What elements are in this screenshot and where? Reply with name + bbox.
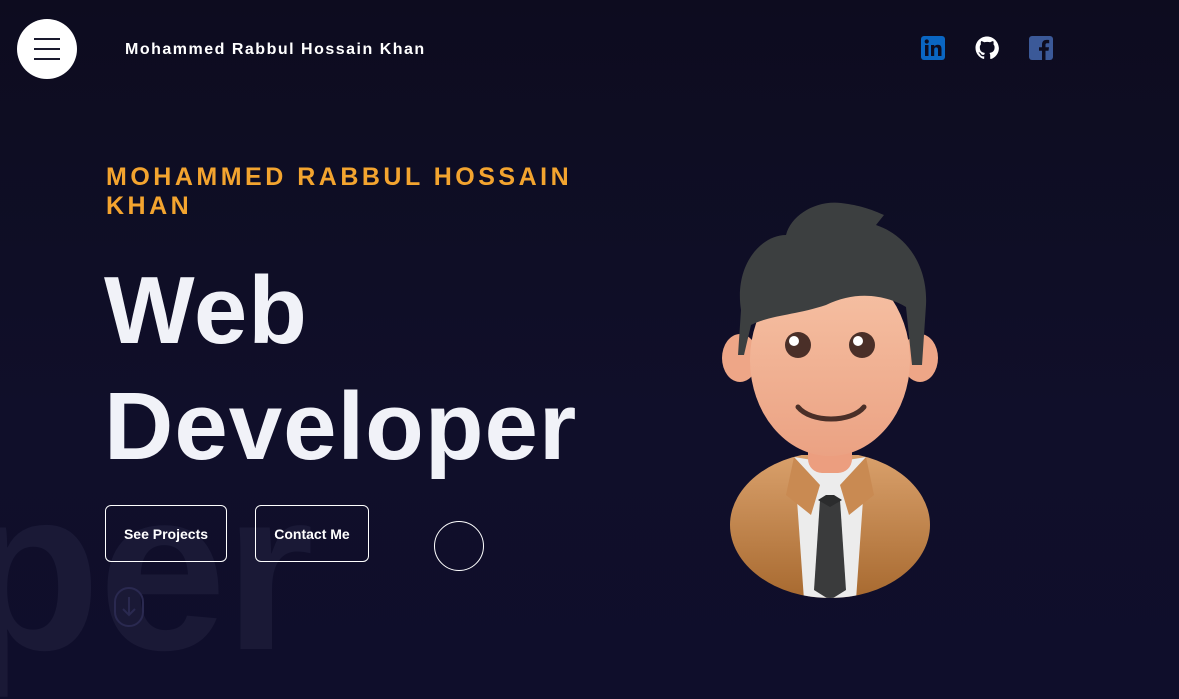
contact-me-button[interactable]: Contact Me xyxy=(255,505,369,562)
social-links xyxy=(920,35,1054,61)
hero-headline: Web Developer xyxy=(104,253,577,485)
background-word: per xyxy=(0,441,314,698)
github-icon[interactable] xyxy=(974,35,1000,61)
linkedin-icon[interactable] xyxy=(920,35,946,61)
hamburger-icon-line xyxy=(34,38,60,40)
headline-line-1: Web xyxy=(104,257,308,364)
brand-name[interactable]: Mohammed Rabbul Hossain Khan xyxy=(125,41,426,59)
cursor-follower-circle xyxy=(434,521,484,571)
menu-button[interactable] xyxy=(17,19,77,79)
hero-subtitle: MOHAMMED RABBUL HOSSAIN KHAN xyxy=(106,163,573,220)
scroll-down-icon[interactable] xyxy=(113,586,145,628)
see-projects-button[interactable]: See Projects xyxy=(105,505,227,562)
developer-avatar-illustration xyxy=(722,202,938,598)
facebook-icon[interactable] xyxy=(1028,35,1054,61)
hamburger-icon-line xyxy=(34,48,60,50)
headline-line-2: Developer xyxy=(104,373,578,480)
hamburger-icon-line xyxy=(34,58,60,60)
